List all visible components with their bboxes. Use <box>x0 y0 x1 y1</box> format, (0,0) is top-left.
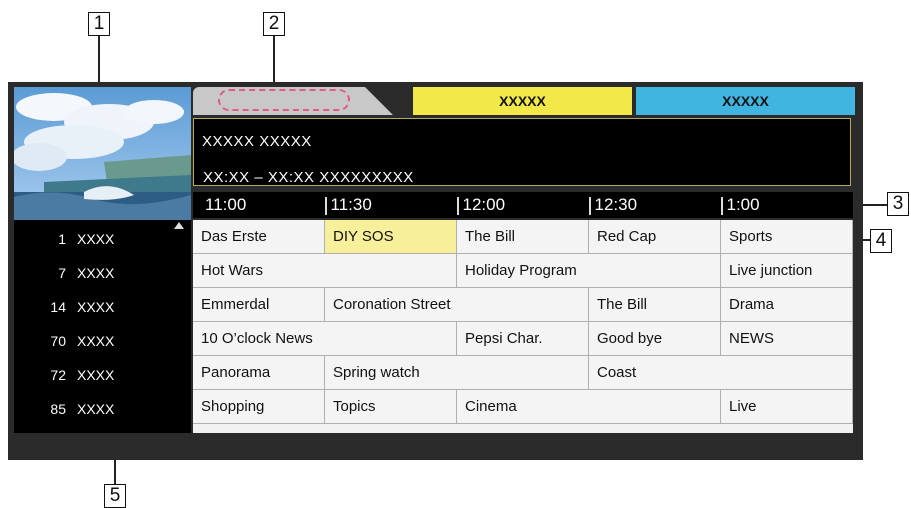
program-cell[interactable]: Das Erste <box>193 220 325 254</box>
channel-name: XXXX <box>77 299 115 315</box>
program-time: XX:XX – XX:XX XXXXXXXXX <box>203 169 414 186</box>
program-cell[interactable]: Spring watch <box>325 356 589 390</box>
channel-row[interactable]: 7 XXXX <box>14 256 191 290</box>
scroll-up-arrow-icon[interactable] <box>174 222 184 229</box>
time-tick <box>589 196 591 215</box>
program-cell[interactable]: Coast <box>589 356 853 390</box>
time-slot: 11:30 <box>325 192 372 218</box>
time-label: 12:00 <box>462 195 506 214</box>
program-cell-selected[interactable]: DIY SOS <box>325 220 457 254</box>
time-label: 11:00 <box>205 195 247 214</box>
channel-number: 70 <box>50 333 66 349</box>
time-slot: 12:00 <box>457 192 505 218</box>
program-cell[interactable]: Shopping <box>193 390 325 424</box>
channel-name: XXXX <box>77 367 115 383</box>
program-cell[interactable]: 10 O’clock News <box>193 322 457 356</box>
tab-cyan[interactable]: XXXXX <box>636 87 855 115</box>
program-info-panel: XXXXX XXXXX XX:XX – XX:XX XXXXXXXXX <box>193 118 851 186</box>
program-cell[interactable]: NEWS <box>721 322 853 356</box>
time-tick <box>325 196 327 215</box>
program-title: XXXXX XXXXX <box>202 133 312 150</box>
program-cell[interactable]: Topics <box>325 390 457 424</box>
channel-row[interactable]: 70 XXXX <box>14 324 191 358</box>
callout-1: 1 <box>88 12 110 36</box>
channel-number: 7 <box>58 265 66 281</box>
program-cell[interactable]: Hot Wars <box>193 254 457 288</box>
program-cell[interactable]: Emmerdal <box>193 288 325 322</box>
callout-3: 3 <box>887 192 909 216</box>
time-tick <box>457 196 459 215</box>
program-grid: Das Erste DIY SOS The Bill Red Cap Sport… <box>193 220 853 433</box>
program-cell[interactable]: Red Cap <box>589 220 721 254</box>
program-cell[interactable]: Holiday Program <box>457 254 721 288</box>
channel-row[interactable]: 1 XXXX <box>14 222 191 256</box>
time-slot: 11:00 <box>193 192 246 218</box>
time-slot: 1:00 <box>721 192 760 218</box>
program-cell[interactable]: Good bye <box>589 322 721 356</box>
time-label: 12:30 <box>594 195 638 214</box>
channel-row[interactable]: 14 XXXX <box>14 290 191 324</box>
channel-name: XXXX <box>77 401 115 417</box>
time-bar: 11:00 11:30 12:00 12:30 1:00 <box>193 192 853 218</box>
program-cell[interactable]: Panorama <box>193 356 325 390</box>
callout-2: 2 <box>263 12 285 36</box>
time-tick <box>721 196 723 215</box>
callout-5: 5 <box>104 484 126 508</box>
channel-list: 1 XXXX 7 XXXX 14 XXXX 70 XXXX 72 XXXX 85 XXXX <box>14 220 191 433</box>
program-cell[interactable]: Coronation Street <box>325 288 589 322</box>
time-label: 1:00 <box>726 195 760 214</box>
program-cell[interactable]: Live <box>721 390 853 424</box>
program-cell[interactable]: Sports <box>721 220 853 254</box>
channel-number: 14 <box>50 299 66 315</box>
program-cell[interactable]: Cinema <box>457 390 721 424</box>
time-slot: 12:30 <box>589 192 637 218</box>
program-cell[interactable]: The Bill <box>457 220 589 254</box>
channel-name: XXXX <box>77 265 115 281</box>
channel-number: 1 <box>58 231 66 247</box>
tab-current-highlight <box>218 89 350 111</box>
channel-number: 72 <box>50 367 66 383</box>
program-cell[interactable]: Pepsi Char. <box>457 322 589 356</box>
tv-preview-image <box>14 87 191 220</box>
program-cell[interactable]: Drama <box>721 288 853 322</box>
channel-row[interactable]: 72 XXXX <box>14 358 191 392</box>
channel-name: XXXX <box>77 231 115 247</box>
channel-name: XXXX <box>77 333 115 349</box>
channel-number: 85 <box>50 401 66 417</box>
program-cell[interactable]: Live junction <box>721 254 853 288</box>
callout-4: 4 <box>870 229 892 253</box>
tab-yellow[interactable]: XXXXX <box>413 87 632 115</box>
channel-row[interactable]: 85 XXXX <box>14 392 191 426</box>
callout-1-line <box>98 36 100 84</box>
time-label: 11:30 <box>330 195 372 214</box>
program-cell[interactable]: The Bill <box>589 288 721 322</box>
